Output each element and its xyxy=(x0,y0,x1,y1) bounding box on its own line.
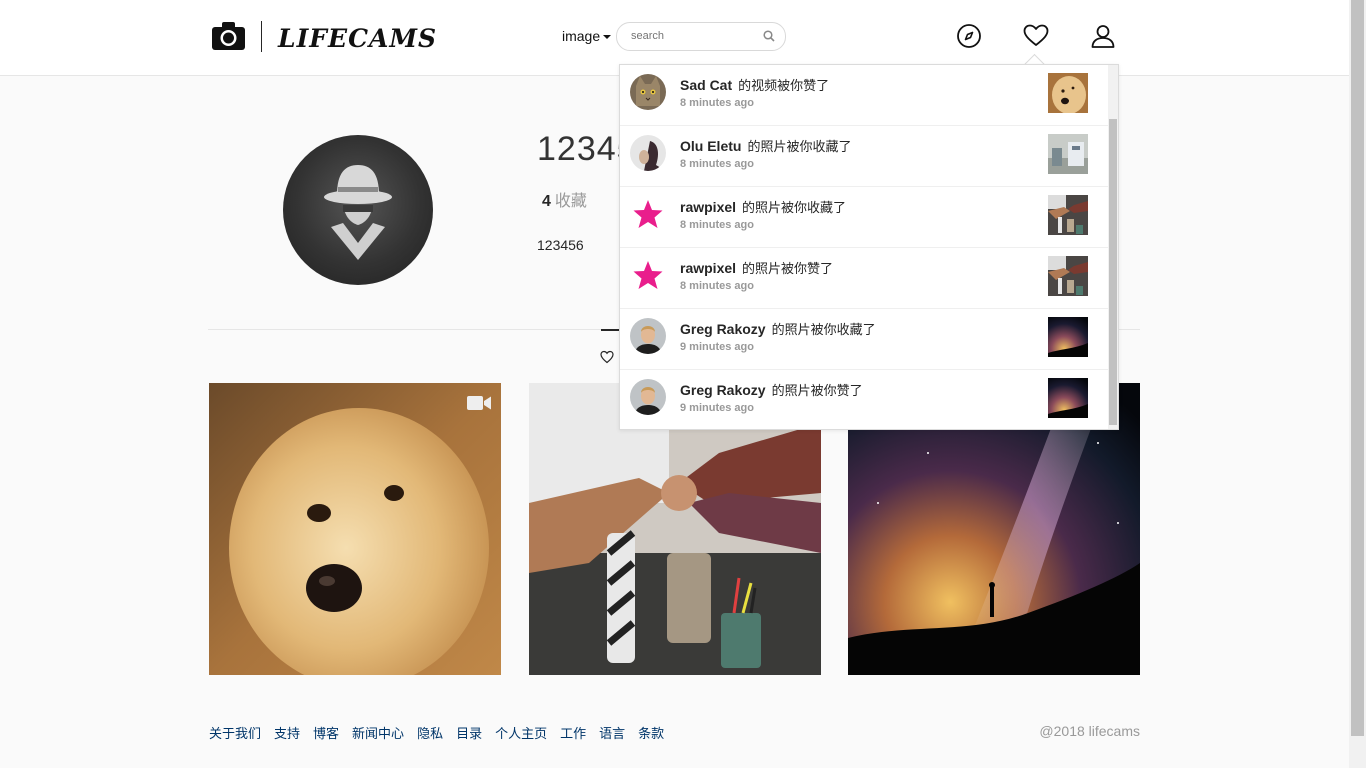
notification-user[interactable]: Greg Rakozy xyxy=(680,382,766,398)
avatar xyxy=(630,74,666,110)
milkyway-thumbnail xyxy=(1048,378,1088,418)
notification-user[interactable]: Olu Eletu xyxy=(680,138,741,154)
cat-avatar-icon xyxy=(630,74,666,110)
media-type-dropdown[interactable]: image xyxy=(562,28,612,44)
person-avatar-icon xyxy=(630,135,666,171)
notification-action: 的视频被你赞了 xyxy=(738,79,830,94)
compass-icon[interactable] xyxy=(956,23,982,49)
footer-link-jobs[interactable]: 工作 xyxy=(560,726,586,741)
brand-logo[interactable]: LIFECAMS xyxy=(278,24,437,53)
person-avatar-icon xyxy=(630,379,666,415)
notification-time: 8 minutes ago xyxy=(680,97,754,109)
notification-text: rawpixel 的照片被你收藏了 xyxy=(680,197,846,216)
notification-time: 9 minutes ago xyxy=(680,341,754,353)
notification-item[interactable]: Greg Rakozy 的照片被你收藏了 9 minutes ago xyxy=(620,309,1108,370)
notification-thumbnail[interactable] xyxy=(1048,134,1088,174)
notifications-scrollbar[interactable] xyxy=(1108,65,1118,429)
dog-image xyxy=(209,383,501,675)
search-input[interactable] xyxy=(629,29,763,43)
favorites-number: 4 xyxy=(542,193,551,210)
notification-user[interactable]: rawpixel xyxy=(680,199,736,215)
search-icon[interactable] xyxy=(763,30,775,42)
notification-action: 的照片被你收藏了 xyxy=(747,140,852,155)
heart-icon[interactable] xyxy=(1023,23,1049,49)
search-bar[interactable] xyxy=(616,22,786,51)
notification-user[interactable]: Greg Rakozy xyxy=(680,321,766,337)
favorites-count[interactable]: 4 收藏 xyxy=(542,187,587,211)
hands-thumbnail xyxy=(1048,256,1088,296)
avatar xyxy=(630,135,666,171)
notification-user[interactable]: rawpixel xyxy=(680,260,736,276)
profile-avatar xyxy=(283,135,433,285)
notification-time: 9 minutes ago xyxy=(680,402,754,414)
footer-link-terms[interactable]: 条款 xyxy=(638,726,664,741)
notification-text: Greg Rakozy 的照片被你收藏了 xyxy=(680,319,876,338)
media-type-label: image xyxy=(562,28,601,44)
notifications-scrollbar-thumb[interactable] xyxy=(1109,119,1117,425)
user-icon[interactable] xyxy=(1090,23,1116,49)
logo-divider xyxy=(261,21,262,52)
page-scrollbar-thumb[interactable] xyxy=(1351,0,1364,736)
notification-time: 8 minutes ago xyxy=(680,158,754,170)
notification-thumbnail[interactable] xyxy=(1048,73,1088,113)
notification-action: 的照片被你赞了 xyxy=(771,384,863,399)
footer-link-about[interactable]: 关于我们 xyxy=(209,726,261,741)
notification-item[interactable]: Greg Rakozy 的照片被你赞了 9 minutes ago xyxy=(620,370,1108,429)
desk-thumbnail xyxy=(1048,134,1088,174)
notification-thumbnail[interactable] xyxy=(1048,378,1088,418)
favorites-label: 收藏 xyxy=(554,193,587,210)
footer-link-press[interactable]: 新闻中心 xyxy=(352,726,404,741)
footer-link-profiles[interactable]: 个人主页 xyxy=(495,726,547,741)
dog-thumbnail xyxy=(1048,73,1088,113)
video-camera-icon xyxy=(467,396,491,410)
notification-item[interactable]: Sad Cat 的视频被你赞了 8 minutes ago xyxy=(620,65,1108,126)
notification-text: Greg Rakozy 的照片被你赞了 xyxy=(680,380,863,399)
notification-action: 的照片被你收藏了 xyxy=(771,323,876,338)
footer-link-directory[interactable]: 目录 xyxy=(456,726,482,741)
notifications-dropdown: Sad Cat 的视频被你赞了 8 minutes ago Olu Eletu 的照… xyxy=(619,64,1119,430)
notification-time: 8 minutes ago xyxy=(680,219,754,231)
avatar xyxy=(630,379,666,415)
person-avatar-icon xyxy=(630,318,666,354)
footer-links: 关于我们 支持 博客 新闻中心 隐私 目录 个人主页 工作 语言 条款 xyxy=(209,723,677,742)
footer-link-support[interactable]: 支持 xyxy=(274,726,300,741)
spy-avatar-icon xyxy=(324,165,392,260)
star-icon xyxy=(633,200,663,228)
notification-item[interactable]: rawpixel 的照片被你收藏了 8 minutes ago xyxy=(620,187,1108,248)
notification-text: Sad Cat 的视频被你赞了 xyxy=(680,75,829,94)
notification-time: 8 minutes ago xyxy=(680,280,754,292)
footer-link-language[interactable]: 语言 xyxy=(599,726,625,741)
notification-thumbnail[interactable] xyxy=(1048,317,1088,357)
caret-down-icon xyxy=(603,35,612,40)
notification-action: 的照片被你赞了 xyxy=(742,262,834,277)
hands-thumbnail xyxy=(1048,195,1088,235)
notification-text: Olu Eletu 的照片被你收藏了 xyxy=(680,136,851,155)
notification-action: 的照片被你收藏了 xyxy=(742,201,847,216)
notification-thumbnail[interactable] xyxy=(1048,256,1088,296)
star-icon xyxy=(633,261,663,289)
photo-dog[interactable] xyxy=(209,383,501,675)
notification-item[interactable]: Olu Eletu 的照片被你收藏了 8 minutes ago xyxy=(620,126,1108,187)
active-tab-indicator xyxy=(601,329,619,331)
footer-link-privacy[interactable]: 隐私 xyxy=(417,726,443,741)
page-scrollbar[interactable] xyxy=(1349,0,1366,768)
notification-text: rawpixel 的照片被你赞了 xyxy=(680,258,833,277)
milkyway-thumbnail xyxy=(1048,317,1088,357)
notification-thumbnail[interactable] xyxy=(1048,195,1088,235)
notification-item[interactable]: rawpixel 的照片被你赞了 8 minutes ago xyxy=(620,248,1108,309)
notification-user[interactable]: Sad Cat xyxy=(680,77,732,93)
avatar xyxy=(630,318,666,354)
profile-bio: 123456 xyxy=(537,237,584,253)
footer-link-blog[interactable]: 博客 xyxy=(313,726,339,741)
camera-icon[interactable] xyxy=(212,22,245,50)
tab-favorites[interactable] xyxy=(600,350,614,364)
copyright-text: @2018 lifecams xyxy=(1039,723,1140,739)
